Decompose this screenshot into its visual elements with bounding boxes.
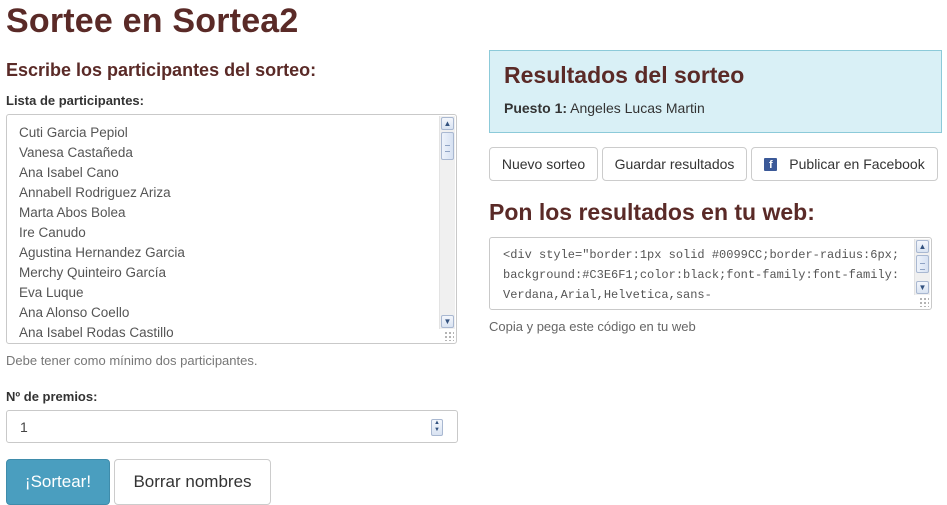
- participant-item: Cuti Garcia Pepiol: [19, 125, 128, 140]
- embed-code: <div style="border:1px solid #0099CC;bor…: [503, 248, 907, 302]
- participant-item: Vanesa Castañeda: [19, 145, 133, 160]
- participant-item: Ana Alonso Coello: [19, 305, 130, 320]
- scroll-up-arrow-icon[interactable]: ▲: [441, 117, 454, 130]
- participant-item: Agustina Hernandez Garcia: [19, 245, 185, 260]
- participant-item: Ana Isabel Rodas Castillo: [19, 325, 174, 340]
- result-row: Puesto 1: Angeles Lucas Martin: [504, 100, 705, 116]
- resize-grip-icon[interactable]: [919, 297, 929, 307]
- result-winner: Angeles Lucas Martin: [570, 100, 705, 116]
- result-position-label: Puesto 1:: [504, 100, 568, 116]
- clear-names-button[interactable]: Borrar nombres: [114, 459, 271, 505]
- draw-button[interactable]: ¡Sortear!: [6, 459, 110, 505]
- participants-scrollbar[interactable]: ▲ ▼: [439, 116, 455, 329]
- publish-facebook-label: Publicar en Facebook: [789, 156, 925, 172]
- prizes-label: Nº de premios:: [6, 389, 98, 404]
- page-title: Sortee en Sortea2: [6, 2, 299, 40]
- scroll-down-arrow-icon[interactable]: ▼: [916, 281, 929, 294]
- scrollbar-thumb[interactable]: [441, 132, 454, 160]
- minimum-participants-hint: Debe tener como mínimo dos participantes…: [6, 353, 258, 368]
- publish-facebook-button[interactable]: f Publicar en Facebook: [751, 147, 938, 181]
- copy-code-hint: Copia y pega este código en tu web: [489, 319, 696, 334]
- scrollbar-thumb[interactable]: [916, 255, 929, 273]
- prizes-number-input[interactable]: 1 ▲ ▼: [6, 410, 458, 443]
- resize-grip-icon[interactable]: [444, 331, 454, 341]
- prizes-value: 1: [20, 419, 28, 435]
- participants-label: Lista de participantes:: [6, 93, 144, 108]
- results-title: Resultados del sorteo: [504, 62, 745, 88]
- embed-code-textarea[interactable]: <div style="border:1px solid #0099CC;bor…: [489, 237, 932, 310]
- scroll-down-arrow-icon[interactable]: ▼: [441, 315, 454, 328]
- participant-item: Annabell Rodriguez Ariza: [19, 185, 171, 200]
- participant-item: Eva Luque: [19, 285, 84, 300]
- embed-heading: Pon los resultados en tu web:: [489, 199, 815, 225]
- participant-item: Ire Canudo: [19, 225, 86, 240]
- embed-code-scrollbar[interactable]: ▲ ▼: [914, 239, 930, 295]
- results-panel: Resultados del sorteo Puesto 1: Angeles …: [489, 50, 942, 133]
- participants-textarea[interactable]: Cuti Garcia Pepiol Vanesa Castañeda Ana Is…: [6, 114, 457, 344]
- scroll-up-arrow-icon[interactable]: ▲: [916, 240, 929, 253]
- participants-list: Cuti Garcia Pepiol Vanesa Castañeda Ana Is…: [19, 123, 185, 343]
- facebook-icon: f: [764, 157, 778, 171]
- number-spinner-icon[interactable]: ▲ ▼: [431, 419, 443, 436]
- save-results-button[interactable]: Guardar resultados: [602, 147, 747, 181]
- new-draw-button[interactable]: Nuevo sorteo: [489, 147, 598, 181]
- participant-item: Merchy Quinteiro García: [19, 265, 167, 280]
- participants-heading: Escribe los participantes del sorteo:: [6, 60, 317, 80]
- participant-item: Marta Abos Bolea: [19, 205, 126, 220]
- participant-item: Ana Isabel Cano: [19, 165, 119, 180]
